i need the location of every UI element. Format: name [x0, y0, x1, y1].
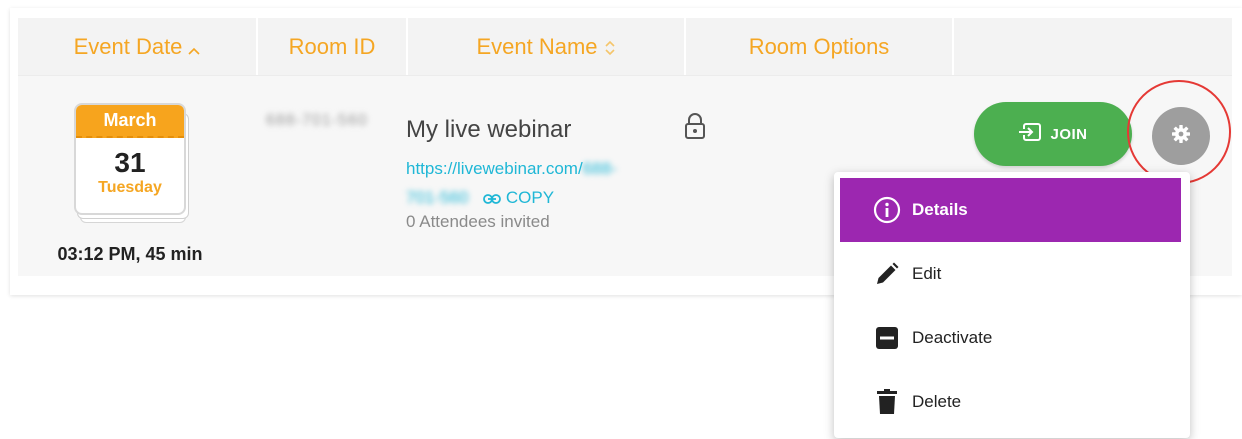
- calendar-weekday: Tuesday: [98, 179, 162, 196]
- enter-icon: [1018, 122, 1042, 146]
- info-icon: [872, 195, 902, 225]
- join-button[interactable]: JOIN: [974, 102, 1132, 166]
- header-room-options[interactable]: Room Options: [686, 18, 954, 75]
- header-actions: [954, 18, 1232, 75]
- header-room-id-label: Room ID: [288, 34, 376, 59]
- menu-item-edit[interactable]: Edit: [840, 242, 1181, 306]
- menu-item-delete[interactable]: Delete: [840, 370, 1181, 434]
- menu-item-details[interactable]: Details: [840, 178, 1181, 242]
- sort-both-icon: [604, 20, 616, 77]
- header-event-name[interactable]: Event Name: [408, 18, 686, 75]
- event-name: My live webinar: [406, 116, 572, 143]
- menu-item-details-label: Details: [912, 200, 968, 219]
- options-dropdown-menu: Details Edit Deactivate Delete: [834, 172, 1190, 438]
- event-time: 03:12 PM, 45 min: [57, 244, 203, 264]
- calendar-day: 31: [114, 147, 146, 178]
- header-event-date[interactable]: Event Date: [18, 18, 258, 75]
- calendar-month: March: [76, 105, 184, 138]
- header-event-name-label: Event Name: [476, 34, 598, 59]
- event-link-id-2[interactable]: 701-560: [406, 188, 468, 207]
- menu-item-edit-label: Edit: [912, 264, 942, 283]
- lock-icon: [684, 112, 706, 145]
- highlight-circle: [1127, 80, 1231, 184]
- pencil-icon: [872, 259, 902, 289]
- room-id: 688-701-560: [266, 112, 368, 129]
- minus-box-icon: [872, 323, 902, 353]
- sort-asc-icon: [188, 20, 200, 77]
- table-header: Event Date Room ID Event Name Room Optio…: [18, 18, 1232, 75]
- menu-item-deactivate[interactable]: Deactivate: [840, 306, 1181, 370]
- attendees-count: 0 Attendees invited: [406, 212, 550, 231]
- header-room-id[interactable]: Room ID: [258, 18, 408, 75]
- trash-icon: [872, 387, 902, 417]
- header-event-date-label: Event Date: [73, 34, 183, 59]
- copy-label: COPY: [505, 188, 555, 207]
- event-link-prefix[interactable]: https://livewebinar.com/: [406, 159, 583, 178]
- event-link[interactable]: https://livewebinar.com/688- 701-560 COP…: [406, 154, 676, 212]
- link-icon: [483, 188, 502, 207]
- copy-link-button[interactable]: COPY: [483, 188, 554, 207]
- menu-item-deactivate-label: Deactivate: [912, 328, 993, 347]
- menu-item-delete-label: Delete: [912, 392, 962, 411]
- event-link-id-1[interactable]: 688-: [583, 159, 617, 178]
- header-room-options-label: Room Options: [748, 34, 890, 59]
- join-label: JOIN: [1050, 125, 1088, 143]
